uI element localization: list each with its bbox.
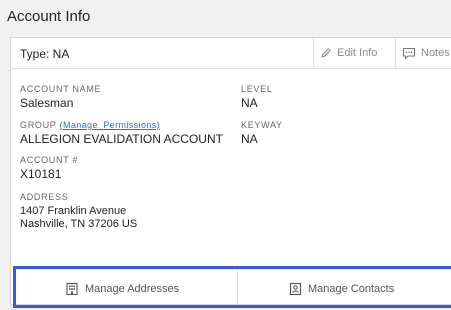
account-number-label: ACCOUNT # — [20, 155, 79, 165]
address-label: ADDRESS — [20, 192, 69, 202]
edit-info-button[interactable]: Edit Info — [313, 38, 395, 68]
notes-label: Notes — [421, 47, 450, 59]
manage-addresses-button[interactable]: Manage Addresses — [65, 279, 179, 299]
comment-icon — [402, 47, 416, 60]
account-name-label: ACCOUNT NAME — [20, 84, 102, 94]
level-label: LEVEL — [241, 84, 273, 94]
footer-divider — [237, 271, 238, 304]
address-line2: Nashville, TN 37206 US — [20, 218, 138, 230]
address-line1: 1407 Franklin Avenue — [20, 205, 127, 217]
pencil-icon — [321, 48, 331, 58]
manage-addresses-label: Manage Addresses — [85, 283, 180, 295]
contact-card-icon — [289, 282, 302, 296]
type-label: Type: NA — [20, 47, 70, 61]
account-number-value: X10181 — [20, 167, 62, 181]
notes-button[interactable]: Notes — [395, 38, 451, 68]
group-label-row: GROUP (Manage_Permissions) — [20, 120, 160, 130]
manage-permissions-link[interactable]: (Manage_Permissions) — [60, 120, 161, 130]
keyway-label: KEYWAY — [241, 120, 283, 130]
keyway-value: NA — [241, 132, 258, 146]
manage-contacts-label: Manage Contacts — [308, 283, 395, 295]
building-icon — [66, 282, 78, 296]
manage-contacts-button[interactable]: Manage Contacts — [289, 279, 394, 299]
panel-title: Account Info — [7, 8, 91, 25]
group-label: GROUP — [20, 120, 57, 130]
card-header: Type: NA Edit Info Notes — [11, 38, 451, 69]
edit-info-label: Edit Info — [337, 47, 378, 59]
account-info-card: Type: NA Edit Info Notes — [10, 37, 451, 305]
account-name-value: Salesman — [20, 96, 74, 110]
group-value: ALLEGION EVALIDATION ACCOUNT — [20, 132, 223, 146]
level-value: NA — [241, 96, 258, 110]
